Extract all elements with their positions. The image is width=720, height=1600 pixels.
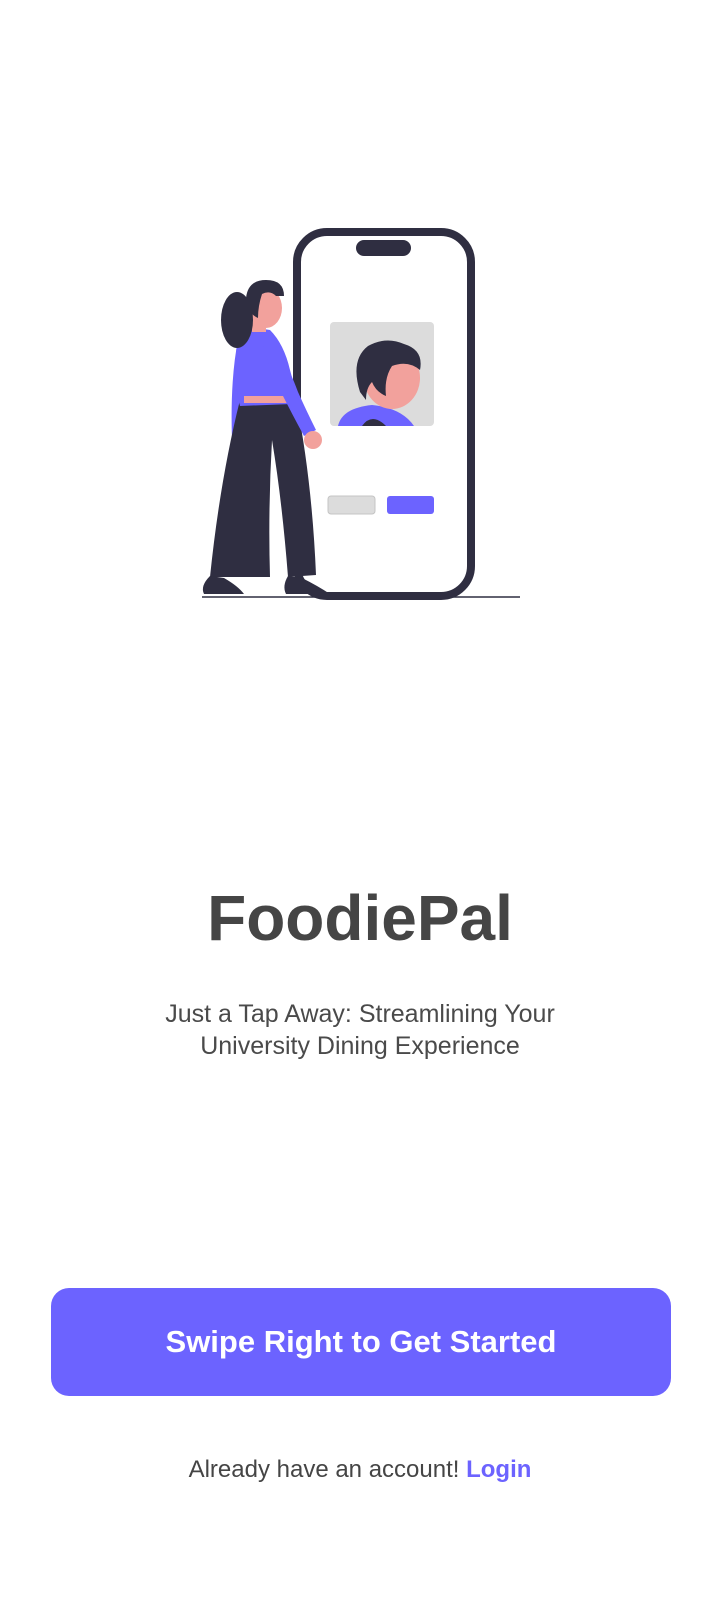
- phone-notch: [356, 240, 411, 256]
- tagline-line-1: Just a Tap Away: Streamlining Your: [165, 1000, 555, 1028]
- welcome-illustration: [0, 0, 720, 620]
- get-started-button[interactable]: Swipe Right to Get Started: [51, 1288, 671, 1396]
- profile-card-illustration: [330, 322, 434, 426]
- phone-accent-button-illustration: [387, 496, 434, 514]
- app-title: FoodiePal: [207, 882, 513, 954]
- phone-illustration: [293, 228, 475, 600]
- login-prompt-text: Already have an account!: [188, 1456, 460, 1483]
- login-prompt-row: Already have an account! Login: [0, 1455, 720, 1485]
- app-tagline: Just a Tap Away: Streamlining Your Unive…: [110, 998, 610, 1062]
- tagline-line-2: University Dining Experience: [200, 1032, 520, 1060]
- phone-gray-button-illustration: [327, 495, 376, 515]
- woman-with-phone-illustration: [202, 228, 520, 600]
- login-link[interactable]: Login: [466, 1456, 531, 1483]
